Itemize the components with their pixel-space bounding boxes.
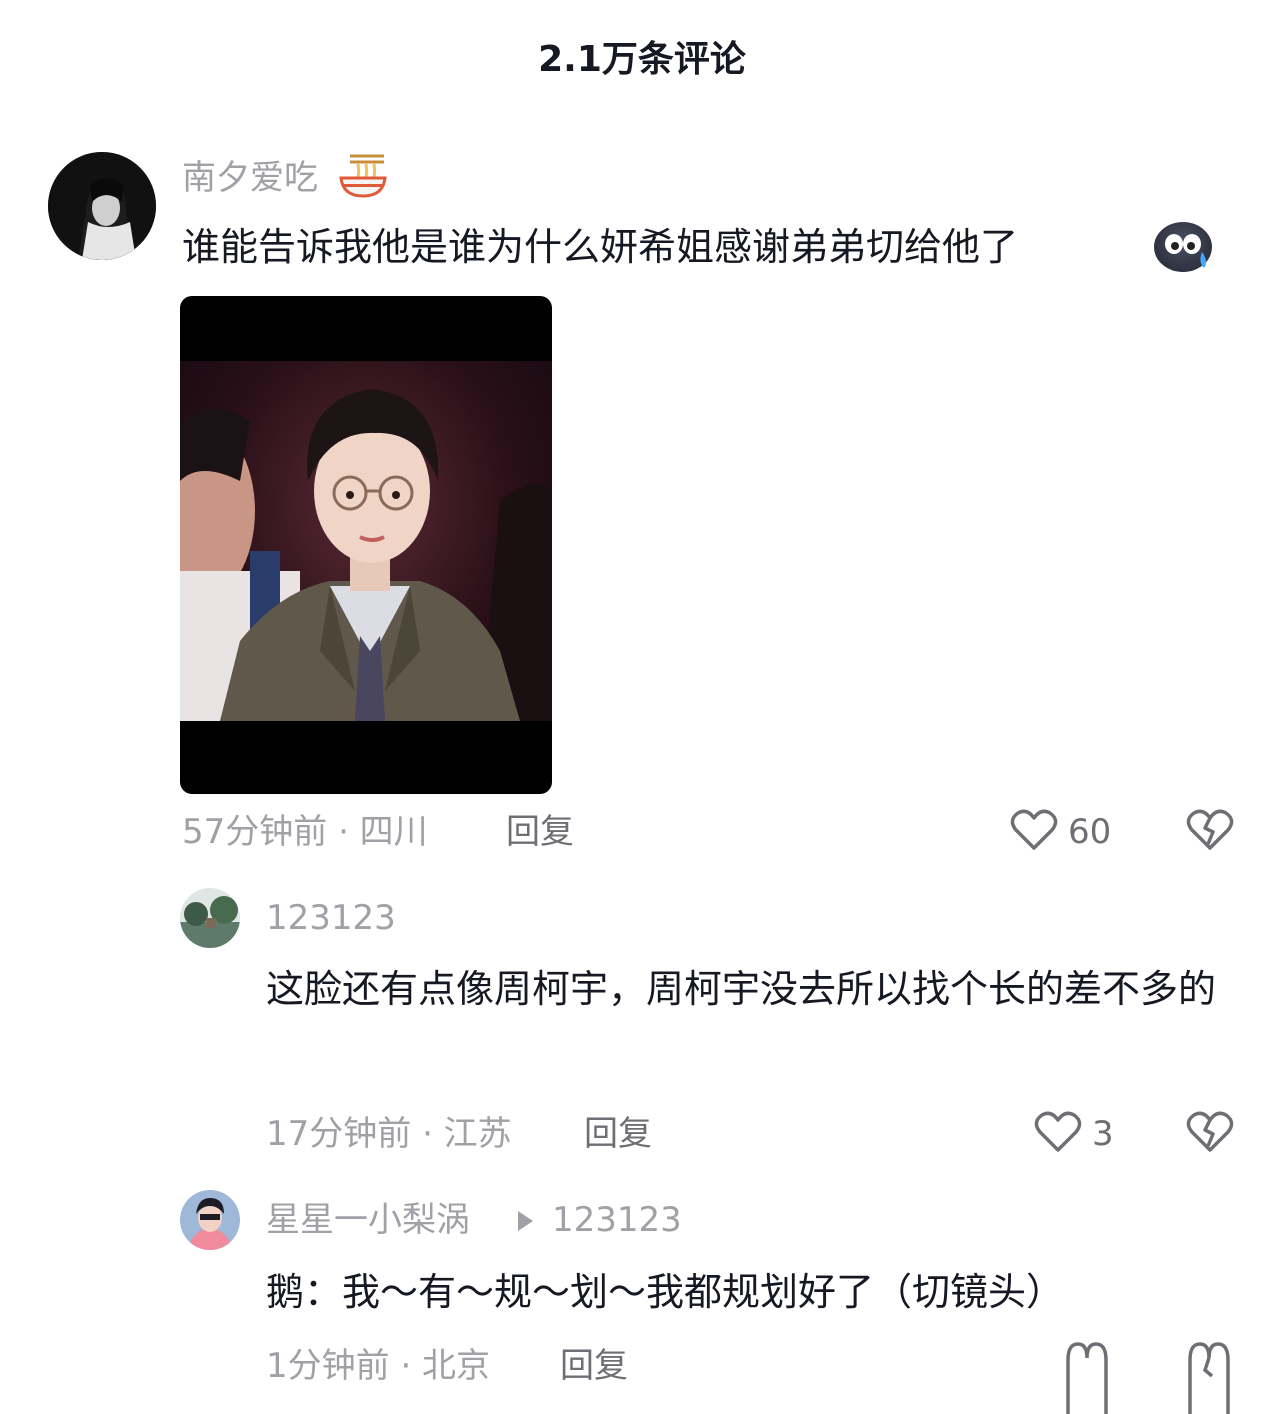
photo-illustration — [180, 389, 552, 721]
triangle-right-icon — [512, 1208, 536, 1234]
heart-outline-icon[interactable] — [1062, 1340, 1112, 1414]
like-count: 60 — [1068, 812, 1112, 852]
heart-outline-icon[interactable] — [1010, 808, 1058, 852]
avatar[interactable] — [48, 152, 156, 260]
reply-time-location: 1分钟前 · 北京 — [266, 1346, 491, 1386]
comment-username[interactable]: 南夕爱吃 — [182, 158, 318, 198]
reply-username[interactable]: 星星一小梨涡 — [266, 1200, 470, 1240]
reply-button[interactable]: 回复 — [560, 1346, 628, 1386]
like-count: 3 — [1092, 1114, 1114, 1154]
reply-to-username[interactable]: 123123 — [552, 1200, 682, 1240]
avatar[interactable] — [180, 888, 240, 948]
broken-heart-icon[interactable] — [1184, 1340, 1234, 1414]
crying-face-emoji-icon — [1154, 222, 1212, 272]
comments-count-title: 2.1万条评论 — [538, 39, 746, 80]
noodle-bowl-icon — [338, 152, 388, 198]
reply-button[interactable]: 回复 — [584, 1114, 652, 1154]
avatar[interactable] — [180, 1190, 240, 1250]
reply-text: 鹅：我～有～规～划～我都规划好了（切镜头） — [266, 1270, 1065, 1314]
comment-image[interactable] — [180, 296, 552, 794]
broken-heart-icon[interactable] — [1186, 1110, 1234, 1154]
reply-button[interactable]: 回复 — [506, 812, 574, 852]
comment-time-location: 57分钟前 · 四川 — [182, 812, 428, 852]
reply-username[interactable]: 123123 — [266, 898, 396, 938]
reply-text: 这脸还有点像周柯宇，周柯宇没去所以找个长的差不多的 — [266, 967, 1217, 1011]
reply-time-location: 17分钟前 · 江苏 — [266, 1114, 512, 1154]
heart-outline-icon[interactable] — [1034, 1110, 1082, 1154]
broken-heart-icon[interactable] — [1186, 808, 1234, 852]
comment-text: 谁能告诉我他是谁为什么妍希姐感谢弟弟切给他了 — [182, 225, 1019, 269]
